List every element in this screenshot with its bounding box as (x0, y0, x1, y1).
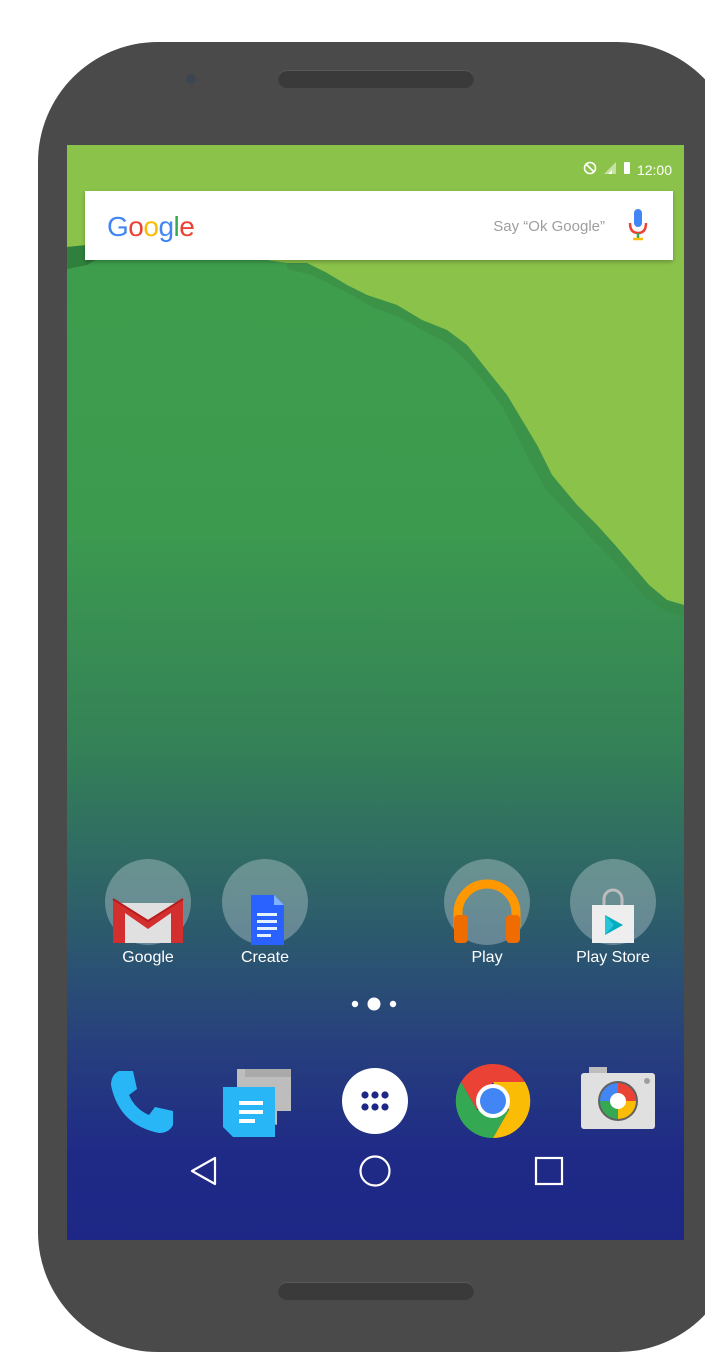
app-label: Play Store (576, 949, 650, 966)
play-store-icon (570, 859, 656, 945)
recents-icon (534, 1156, 564, 1186)
phone-icon[interactable] (105, 1065, 179, 1144)
front-camera (186, 74, 196, 84)
app-play[interactable]: Play (432, 859, 542, 967)
app-create[interactable]: Create (210, 859, 320, 967)
back-button[interactable] (189, 1155, 221, 1192)
app-drawer-icon[interactable] (341, 1067, 409, 1140)
app-label: Create (240, 949, 290, 966)
page-indicator (351, 997, 397, 1011)
dnd-icon (583, 161, 597, 178)
camera-icon[interactable] (579, 1065, 657, 1136)
app-label: Google (122, 949, 174, 966)
signal-icon (603, 161, 617, 178)
messenger-icon[interactable] (219, 1063, 297, 1148)
battery-icon (623, 161, 631, 178)
status-time: 12:00 (636, 161, 672, 178)
back-icon (190, 1156, 217, 1186)
gmail-icon (105, 859, 191, 945)
recents-button[interactable] (533, 1155, 565, 1192)
bottom-speaker (278, 1282, 474, 1300)
voice-search-hint: Say “Ok Google” (493, 218, 605, 235)
play-music-icon (444, 859, 530, 945)
google-logo: Google (107, 211, 195, 242)
mic-icon[interactable] (627, 207, 649, 248)
chrome-icon[interactable] (453, 1061, 533, 1146)
home-icon (359, 1155, 391, 1187)
google-search-bar[interactable]: Google Say “Ok Google” (85, 191, 673, 260)
home-screen: 12:00 Google Say “Ok Google” Google Crea… (67, 145, 684, 1240)
status-bar: 12:00 (67, 145, 684, 191)
docs-icon (222, 859, 308, 945)
home-button[interactable] (358, 1154, 392, 1193)
top-speaker (278, 70, 474, 88)
app-label: Play (471, 949, 503, 966)
app-play-store[interactable]: Play Store (558, 859, 668, 967)
app-gmail[interactable]: Google (93, 859, 203, 967)
